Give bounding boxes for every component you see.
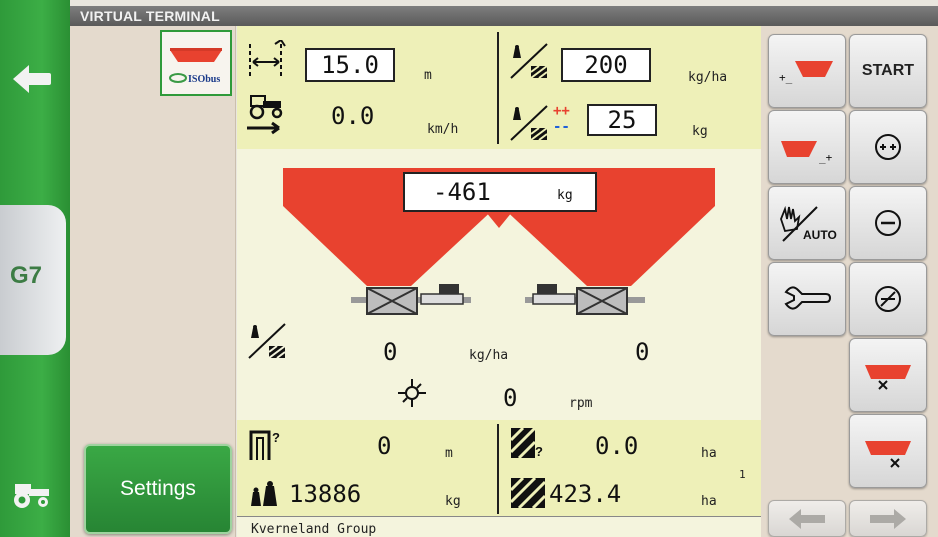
svg-text:?: ? — [272, 430, 280, 445]
step-plus-symbol: ++ — [553, 103, 570, 119]
working-width-field[interactable]: 15.0 — [305, 48, 395, 82]
speed-value: 0.0 — [331, 102, 375, 130]
speed-unit: km/h — [427, 122, 459, 137]
back-arrow-icon — [13, 65, 51, 93]
hand-auto-icon: AUTO — [780, 205, 837, 242]
settings-wrench-button[interactable] — [768, 262, 846, 336]
footer-brand: Kverneland Group — [251, 522, 377, 537]
back-button[interactable] — [8, 56, 54, 102]
arrow-right-icon — [870, 508, 906, 529]
minus-circle-icon — [875, 210, 901, 236]
footer-divider — [237, 516, 761, 517]
left-actual-rate: 0 — [383, 338, 398, 366]
rate-step-field[interactable]: 25 — [587, 104, 657, 136]
reset-circle-icon — [875, 286, 901, 312]
spinning-disc-icon — [398, 379, 426, 407]
hopper-left-off-icon — [865, 365, 911, 390]
distance-unit: m — [445, 446, 453, 461]
right-actual-rate: 0 — [635, 338, 650, 366]
application-rate-unit: kg/ha — [688, 70, 728, 85]
tractor-button[interactable] — [8, 470, 54, 516]
plus-label: _+ — [819, 151, 833, 164]
main-panel: 15.0 m 0.0 km/h 200 kg/ha ++ -- 25 kg -4… — [237, 26, 761, 537]
left-section-off-button[interactable] — [849, 338, 927, 412]
total-area-value: 423.4 — [549, 480, 622, 508]
manual-auto-button[interactable]: AUTO — [768, 186, 846, 260]
divider — [497, 424, 499, 514]
actual-rate-unit: kg/ha — [469, 348, 509, 363]
isobus-logo-text: ISObus — [188, 74, 220, 85]
step-minus-symbol: -- — [553, 119, 570, 135]
svg-text:?: ? — [535, 444, 543, 459]
hopper-weight-field[interactable]: -461 kg — [403, 172, 597, 212]
tractor-speed-icon — [247, 95, 283, 135]
total-area-unit: ha — [701, 494, 717, 509]
rate-step-icon — [510, 105, 548, 141]
spreader-isobus-icon: ISObus — [168, 48, 224, 86]
disc-speed-value: 0 — [503, 384, 518, 412]
hopper-weight-value: -461 — [433, 178, 491, 206]
g7-terminal-icon: G7 — [8, 261, 48, 294]
hopper-plus-icon: _+ — [781, 141, 833, 164]
arrow-left-icon — [789, 508, 825, 529]
working-width-unit: m — [424, 68, 432, 83]
working-width-icon — [249, 40, 286, 78]
auto-label: AUTO — [803, 228, 837, 242]
disc-speed-unit: rpm — [569, 396, 593, 411]
start-button[interactable]: START — [849, 34, 927, 108]
hopper-minus-icon: +_ — [779, 61, 833, 84]
page-next-button[interactable] — [849, 500, 927, 537]
rate-step-up-button[interactable] — [849, 110, 927, 184]
left-navigation-bar: G7 — [0, 0, 70, 537]
counter-index: 1 — [739, 468, 746, 481]
rate-step-down-button[interactable] — [849, 186, 927, 260]
divider — [497, 32, 499, 144]
mass-value: 13886 — [289, 480, 362, 508]
mass-counter-icon — [251, 481, 277, 506]
total-area-icon — [509, 476, 547, 510]
terminal-tab[interactable]: G7 — [0, 205, 66, 355]
start-label: START — [861, 62, 915, 79]
distance-value: 0 — [377, 432, 392, 460]
hopper-right-off-icon — [865, 441, 911, 468]
plus-plus-circle-icon — [875, 134, 901, 160]
reset-rate-button[interactable] — [849, 262, 927, 336]
mass-unit: kg — [445, 494, 461, 509]
isobus-implement-button[interactable]: ISObus — [160, 30, 232, 96]
distance-counter-icon: ? — [249, 430, 280, 460]
application-rate-field[interactable]: 200 — [561, 48, 651, 82]
rate-decrease-button[interactable]: +_ — [768, 34, 846, 108]
rate-increase-button[interactable]: _+ — [768, 110, 846, 184]
partial-area-icon: ? — [509, 426, 543, 460]
partial-area-value: 0.0 — [595, 432, 639, 460]
g7-label: G7 — [10, 262, 42, 289]
tractor-icon — [14, 484, 49, 508]
partial-area-unit: ha — [701, 446, 717, 461]
hopper-weight-unit: kg — [557, 188, 573, 203]
page-previous-button[interactable] — [768, 500, 846, 537]
rate-step-unit: kg — [692, 124, 708, 139]
wrench-icon — [784, 286, 832, 310]
work-parameters-area — [237, 26, 761, 149]
minus-label: +_ — [779, 71, 793, 84]
application-rate-icon — [510, 43, 548, 79]
window-title: VIRTUAL TERMINAL — [70, 6, 938, 26]
actual-rate-icon — [248, 323, 286, 359]
settings-button[interactable]: Settings — [84, 444, 232, 534]
right-section-off-button[interactable] — [849, 414, 927, 488]
